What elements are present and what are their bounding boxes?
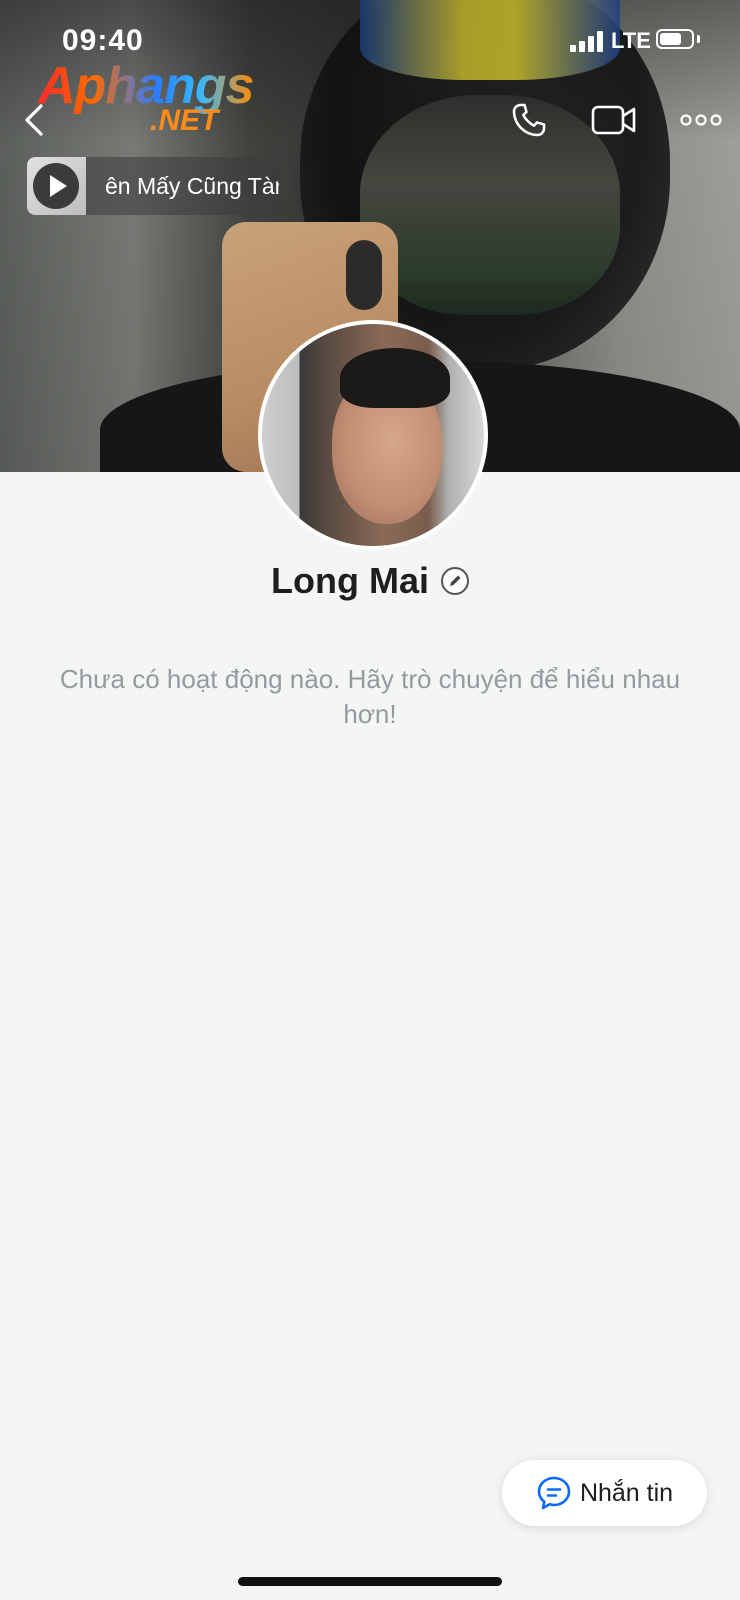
profile-name-row: Long Mai [0,560,740,602]
battery-icon [656,29,694,49]
avatar[interactable] [258,320,488,550]
cover-phone-camera [346,240,382,310]
signal-icon [570,30,604,52]
video-camera-icon [591,105,636,135]
profile-name: Long Mai [271,560,429,601]
pencil-icon[interactable] [440,567,469,595]
more-button[interactable] [676,100,726,140]
call-button[interactable] [505,96,553,144]
back-button[interactable] [14,98,54,142]
more-horizontal-icon [680,114,722,126]
battery-level [660,33,681,45]
video-call-button[interactable] [588,98,640,142]
profile-music[interactable]: ên Mấy Cũng Tàn [27,157,279,215]
watermark-main: Aphangs [38,57,254,115]
empty-feed-message: Chưa có hoạt động nào. Hãy trò chuyện để… [59,664,681,729]
watermark-sub: .NET [150,104,219,137]
music-title: ên Mấy Cũng Tàn [105,173,279,199]
chevron-left-icon [25,104,43,136]
battery-tip [697,35,700,43]
status-time: 09:40 [62,24,144,57]
message-button-label: Nhắn tin [579,1478,674,1507]
play-icon[interactable] [50,175,67,197]
avatar-hair [340,348,450,408]
cover-visor [360,95,620,315]
chat-bubble-icon [537,1476,571,1510]
network-type: LTE [611,28,651,53]
music-thumbnail [27,157,86,215]
home-indicator[interactable] [238,1577,502,1586]
phone-icon [512,103,546,137]
message-button[interactable]: Nhắn tin [502,1460,707,1526]
watermark-logo: Aphangs .NET [38,56,258,140]
